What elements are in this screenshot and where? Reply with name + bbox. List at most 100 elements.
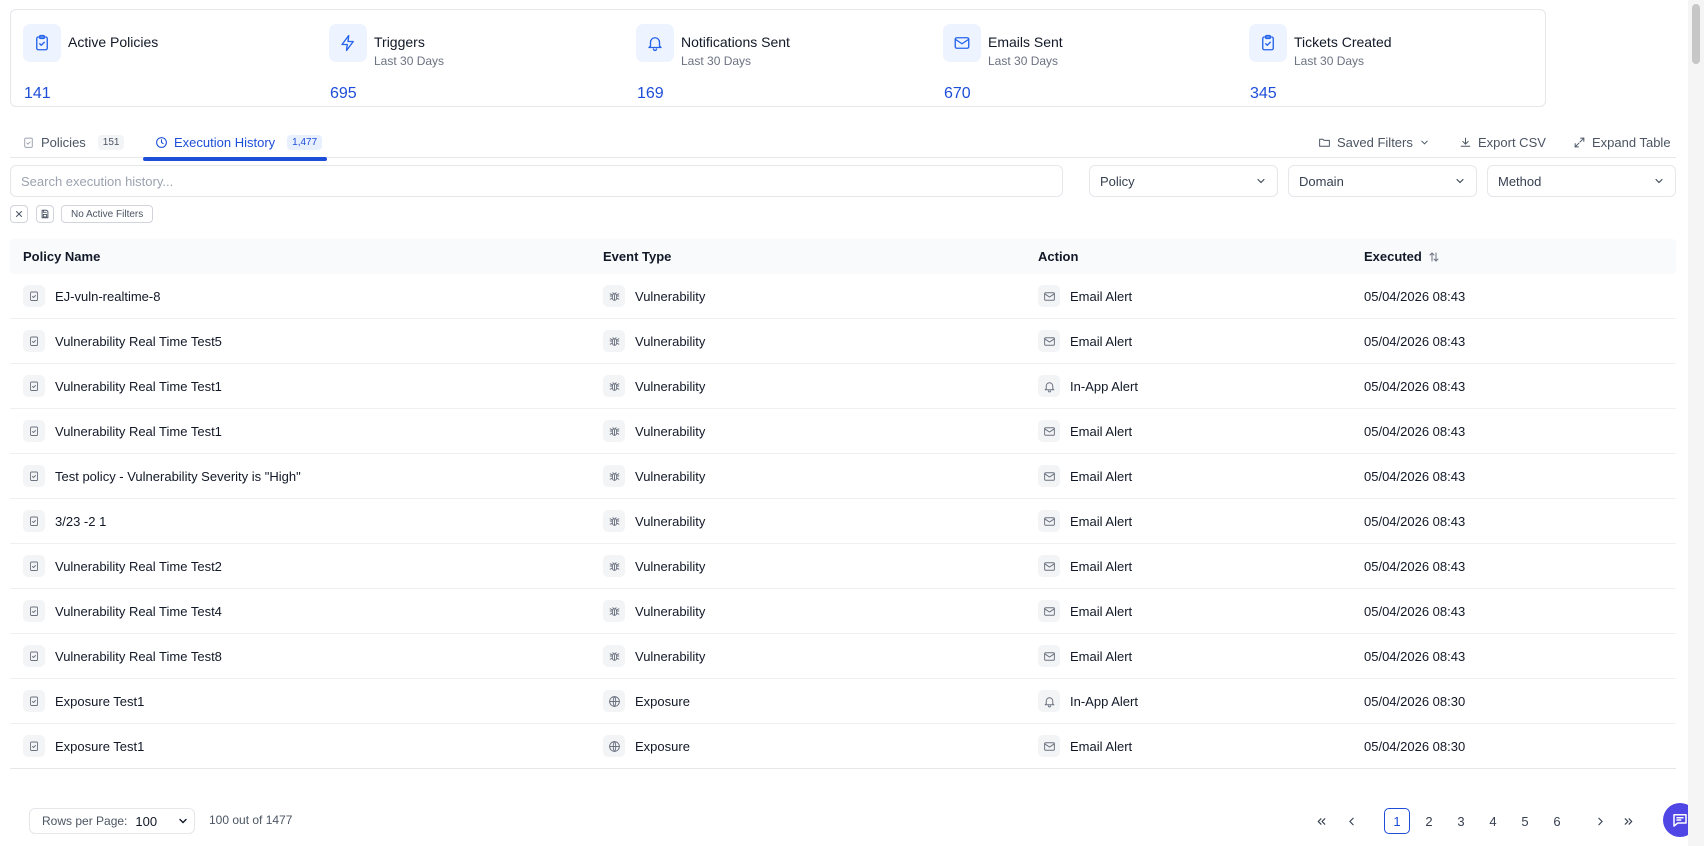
action-type: Email Alert [1070, 288, 1133, 304]
policy-name[interactable]: Exposure Test1 [55, 694, 144, 709]
last-page-button[interactable] [1615, 808, 1641, 834]
expand-table-button[interactable]: Expand Table [1573, 126, 1671, 158]
executed-cell: 05/04/2026 08:43 [1364, 513, 1466, 529]
action-cell: Email Alert [1038, 409, 1132, 453]
stat-title: Notifications Sent [681, 34, 790, 50]
next-page-button[interactable] [1587, 808, 1613, 834]
stat-value: 345 [1250, 85, 1277, 102]
save-icon [40, 209, 50, 219]
action-cell: Email Alert [1038, 499, 1132, 543]
action-type: Email Alert [1070, 423, 1133, 439]
page-5-button[interactable]: 5 [1512, 808, 1538, 834]
event-type: Vulnerability [635, 288, 706, 304]
policy-name[interactable]: Vulnerability Real Time Test2 [55, 559, 222, 574]
policy-name[interactable]: Vulnerability Real Time Test5 [55, 334, 222, 349]
action-cell: Email Alert [1038, 589, 1132, 633]
event-type: Vulnerability [635, 468, 706, 484]
policy-name-cell: EJ-vuln-realtime-8 [23, 274, 160, 318]
bug-icon [603, 510, 625, 532]
table-row[interactable]: Vulnerability Real Time Test2 Vulnerabili… [10, 544, 1676, 589]
table-row[interactable]: Vulnerability Real Time Test1 Vulnerabili… [10, 409, 1676, 454]
table-row[interactable]: Test policy - Vulnerability Severity is … [10, 454, 1676, 499]
policy-name-cell: 3/23 -2 1 [23, 499, 106, 543]
bug-icon [603, 420, 625, 442]
page-2-button[interactable]: 2 [1416, 808, 1442, 834]
table-row[interactable]: Vulnerability Real Time Test5 Vulnerabili… [10, 319, 1676, 364]
action-cell: Email Alert [1038, 274, 1132, 318]
table-header: Policy Name Event Type Action Executed [10, 239, 1676, 274]
active-filters-chip: No Active Filters [61, 205, 154, 223]
stat-value: 141 [24, 85, 51, 102]
chevron-down-icon [1255, 175, 1267, 187]
tab-execution-history[interactable]: Execution History 1,477 [143, 126, 327, 161]
event-type-cell: Vulnerability [603, 634, 705, 678]
chevrons-right-icon [1622, 815, 1635, 828]
rows-per-page-select[interactable]: Rows per Page: 100 [29, 808, 195, 834]
column-header-action[interactable]: Action [1038, 239, 1078, 274]
sort-icon[interactable] [1428, 251, 1440, 263]
clipboard-check-icon [23, 330, 45, 352]
expand-icon [1573, 136, 1586, 149]
bug-icon [603, 375, 625, 397]
page-4-button[interactable]: 4 [1480, 808, 1506, 834]
event-type: Vulnerability [635, 648, 706, 664]
table-row[interactable]: Vulnerability Real Time Test1 Vulnerabili… [10, 364, 1676, 409]
policy-name[interactable]: Vulnerability Real Time Test4 [55, 604, 222, 619]
save-filters-button[interactable] [36, 205, 54, 223]
page-1-button[interactable]: 1 [1384, 808, 1410, 834]
tab-policies[interactable]: Policies 151 [10, 126, 136, 158]
action-cell: Email Alert [1038, 319, 1132, 363]
stat-active-policies: Active Policies 141 [23, 22, 313, 102]
select-value: Policy [1100, 173, 1135, 189]
policy-name[interactable]: EJ-vuln-realtime-8 [55, 289, 160, 304]
policy-name[interactable]: Vulnerability Real Time Test1 [55, 424, 222, 439]
table-row[interactable]: Exposure Test1 Exposure In-App Alert 05/04/… [10, 679, 1676, 724]
policy-select[interactable]: Policy [1089, 165, 1278, 197]
clipboard-check-icon [23, 375, 45, 397]
saved-filters-button[interactable]: Saved Filters [1318, 126, 1430, 158]
stat-triggers: Triggers Last 30 Days 695 [329, 22, 619, 102]
bug-icon [603, 600, 625, 622]
page-6-button[interactable]: 6 [1544, 808, 1570, 834]
column-header-event-type[interactable]: Event Type [603, 239, 671, 274]
first-page-button[interactable] [1308, 808, 1334, 834]
page-scrollbar[interactable] [1688, 0, 1704, 846]
executed-cell: 05/04/2026 08:30 [1364, 693, 1466, 709]
clipboard-check-icon [23, 690, 45, 712]
bug-icon [603, 465, 625, 487]
search-input[interactable] [10, 165, 1063, 197]
mail-icon [1038, 285, 1060, 307]
policy-name[interactable]: Vulnerability Real Time Test1 [55, 379, 222, 394]
table-row[interactable]: Vulnerability Real Time Test8 Vulnerabili… [10, 634, 1676, 679]
stat-title: Triggers [374, 34, 425, 50]
mail-icon [1038, 600, 1060, 622]
column-header-policy-name[interactable]: Policy Name [23, 239, 100, 274]
tabs-bar: Policies 151 Execution History 1,477 Sav… [10, 126, 1676, 161]
executed-cell: 05/04/2026 08:43 [1364, 423, 1466, 439]
table-row[interactable]: Vulnerability Real Time Test4 Vulnerabili… [10, 589, 1676, 634]
policy-name[interactable]: 3/23 -2 1 [55, 514, 106, 529]
policy-name[interactable]: Vulnerability Real Time Test8 [55, 649, 222, 664]
action-cell: In-App Alert [1038, 679, 1138, 723]
clipboard-check-icon [23, 285, 45, 307]
action-type: Email Alert [1070, 558, 1133, 574]
page-3-button[interactable]: 3 [1448, 808, 1474, 834]
scrollbar-thumb[interactable] [1692, 4, 1700, 64]
table-row[interactable]: 3/23 -2 1 Vulnerability Email Alert 05/04/2… [10, 499, 1676, 544]
event-type: Exposure [635, 693, 690, 709]
policy-name[interactable]: Exposure Test1 [55, 739, 144, 754]
stat-title: Emails Sent [988, 34, 1063, 50]
table-row[interactable]: Exposure Test1 Exposure Email Alert 05/04/2… [10, 724, 1676, 769]
table-row[interactable]: EJ-vuln-realtime-8 Vulnerability Email Ale… [10, 274, 1676, 319]
policy-name[interactable]: Test policy - Vulnerability Severity is … [55, 469, 301, 484]
lightning-icon [329, 24, 367, 62]
policy-name-cell: Vulnerability Real Time Test1 [23, 364, 222, 408]
method-select[interactable]: Method [1487, 165, 1676, 197]
column-header-executed[interactable]: Executed [1364, 239, 1440, 274]
stat-value: 670 [944, 85, 971, 102]
export-csv-button[interactable]: Export CSV [1459, 126, 1546, 158]
domain-select[interactable]: Domain [1288, 165, 1477, 197]
previous-page-button[interactable] [1338, 808, 1364, 834]
clear-filters-button[interactable] [10, 205, 28, 223]
globe-icon [603, 690, 625, 712]
